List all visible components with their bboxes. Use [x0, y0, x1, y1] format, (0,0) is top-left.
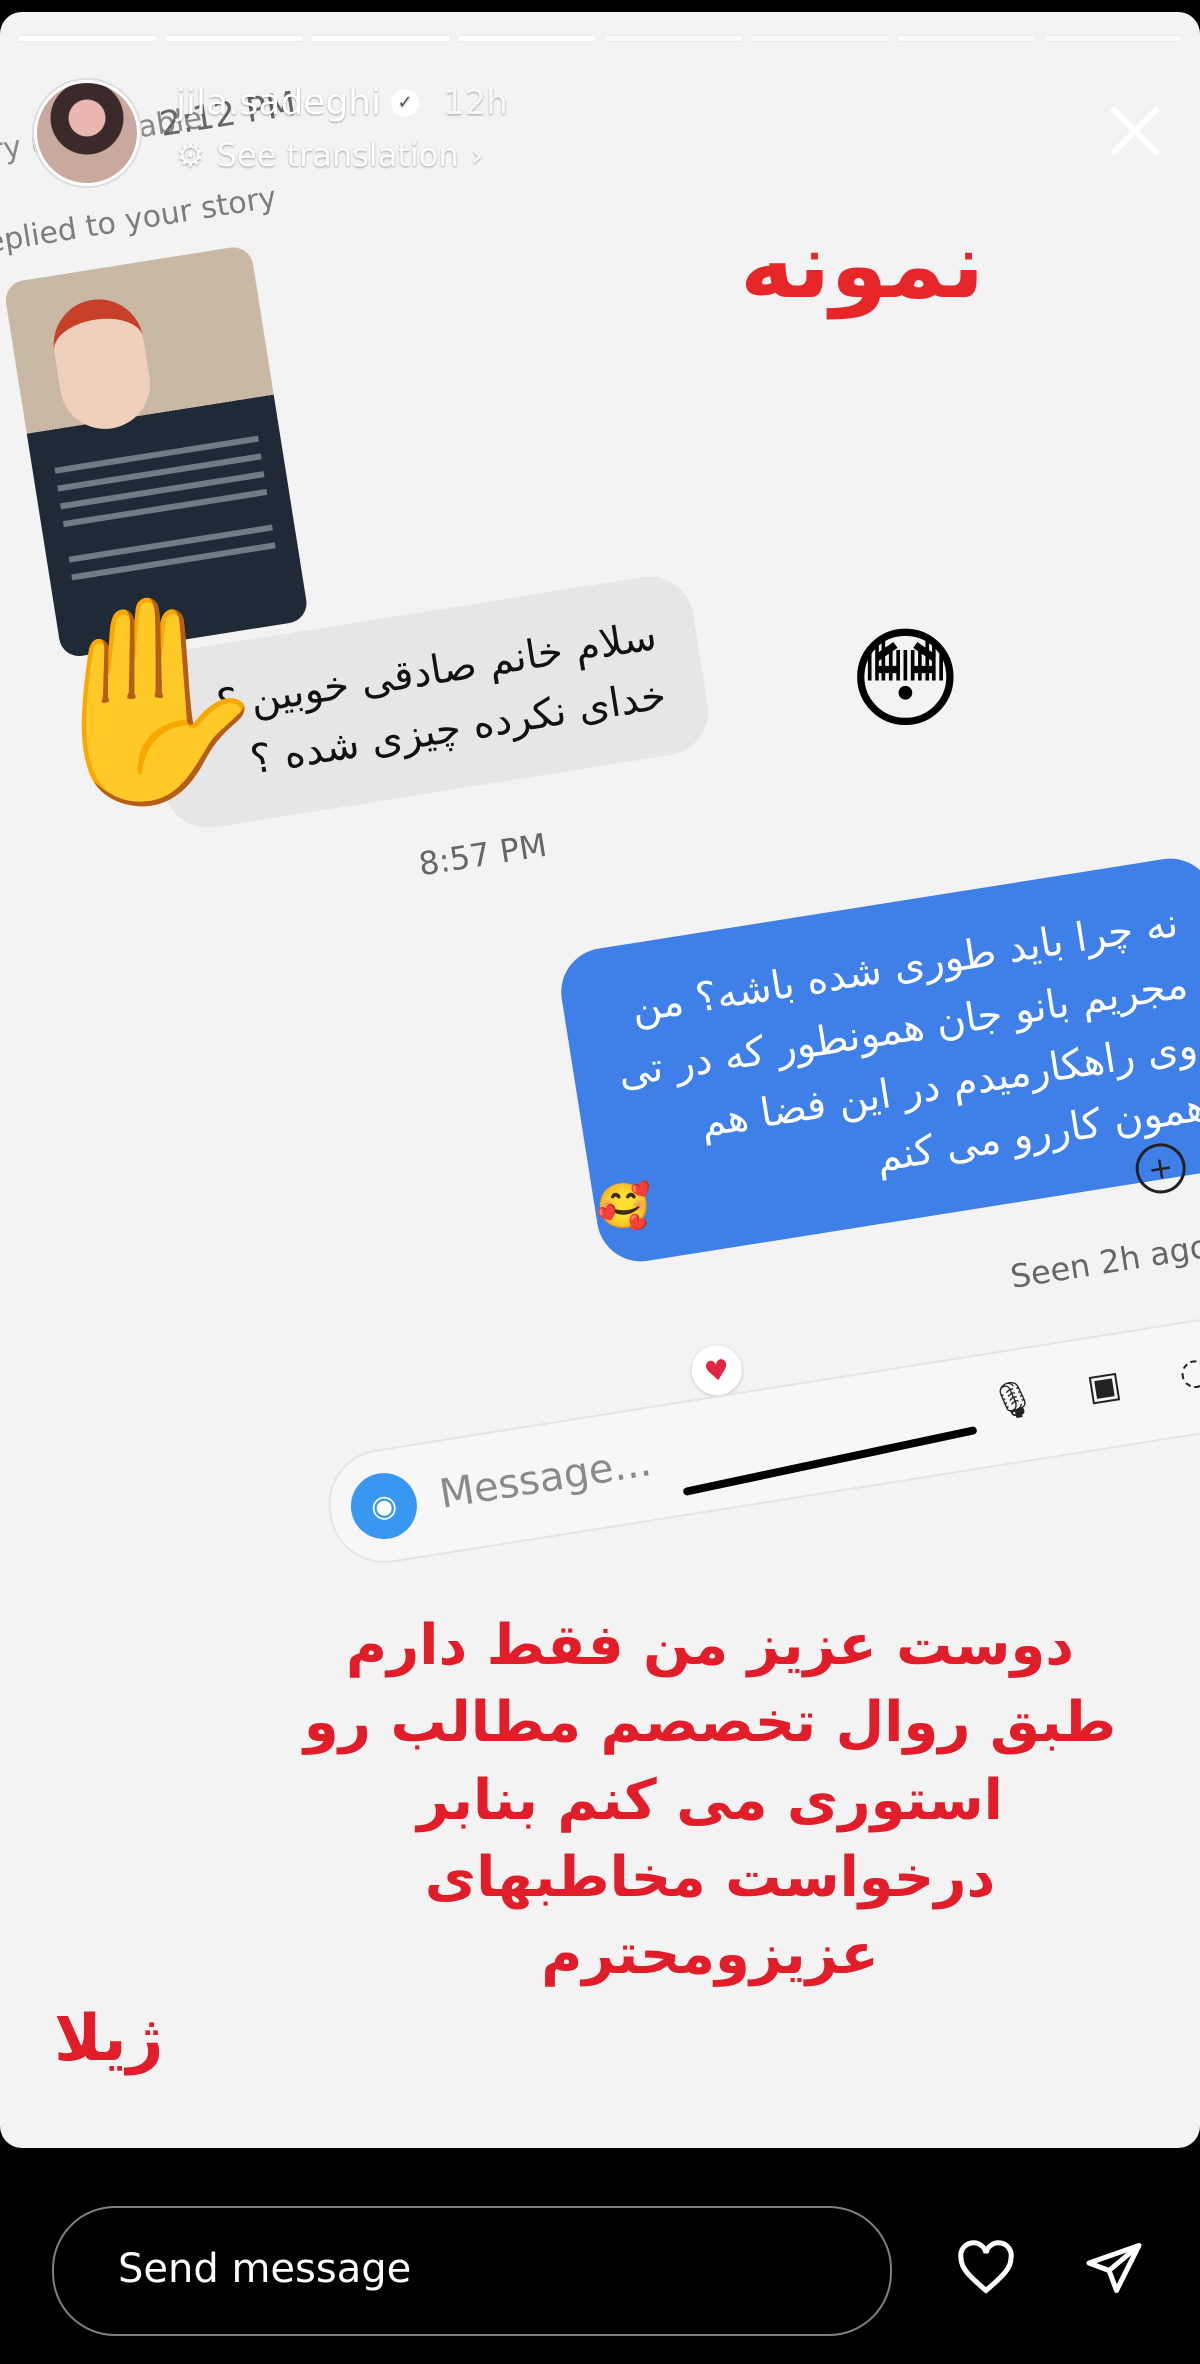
- send-message-placeholder: Send message: [118, 2246, 412, 2292]
- heart-reaction-icon: ♥: [688, 1341, 746, 1399]
- close-icon[interactable]: [1100, 96, 1170, 166]
- message-composer: ◉ Message... 🎙 ▣ ◌: [320, 1310, 1200, 1571]
- signature-text: ژیلا: [54, 2002, 164, 2076]
- avatar[interactable]: [34, 80, 140, 186]
- progress-segment: [18, 36, 157, 41]
- message-placeholder: Message...: [436, 1439, 655, 1518]
- thumbnail-text-lines: [54, 435, 259, 474]
- message-timestamp: 8:57 PM: [416, 825, 550, 884]
- sticker-icon: ◌: [1176, 1348, 1200, 1395]
- story-card[interactable]: Story unavailable 2:12 PM Replied to you…: [0, 12, 1200, 2148]
- heart-icon[interactable]: [946, 2228, 1026, 2308]
- paper-plane-icon: [1086, 2243, 1142, 2293]
- username-text[interactable]: jila.sadeghi: [176, 82, 381, 123]
- story-author[interactable]: jila.sadeghi ✓ 12h: [176, 82, 508, 123]
- translation-icon: ⚙: [176, 136, 205, 174]
- seen-status: Seen 2h ago: [1007, 1227, 1200, 1296]
- raised-hand-icon: ✋: [28, 585, 278, 818]
- microphone-icon: 🎙: [987, 1377, 1039, 1425]
- composer-icons: 🎙 ▣ ◌: [985, 1343, 1200, 1429]
- sample-label: نمونه: [740, 212, 985, 319]
- outgoing-message-bubble: نه چرا باید طوری شده باشه؟ من مجریم بانو…: [554, 852, 1200, 1268]
- share-icon[interactable]: [1074, 2228, 1154, 2308]
- progress-segment: [164, 36, 303, 41]
- progress-segment: [311, 36, 450, 41]
- chevron-right-icon: ›: [470, 136, 484, 174]
- thumbnail-face: [47, 292, 157, 436]
- gallery-icon: ▣: [1083, 1363, 1124, 1409]
- see-translation-label: See translation: [216, 136, 459, 174]
- flushed-face-icon: 😳: [848, 615, 963, 743]
- send-message-input[interactable]: Send message: [52, 2206, 892, 2336]
- story-age: 12h: [443, 82, 508, 123]
- camera-icon: ◉: [346, 1468, 422, 1544]
- verified-badge-icon: ✓: [391, 88, 419, 117]
- see-translation-link[interactable]: ⚙ See translation ›: [176, 136, 483, 174]
- heart-outline-icon: [958, 2240, 1014, 2294]
- smiling-hearts-icon: 🥰: [596, 1181, 651, 1232]
- story-caption: دوست عزیز من فقط دارم طبق روال تخصصم مطا…: [303, 1613, 1117, 1988]
